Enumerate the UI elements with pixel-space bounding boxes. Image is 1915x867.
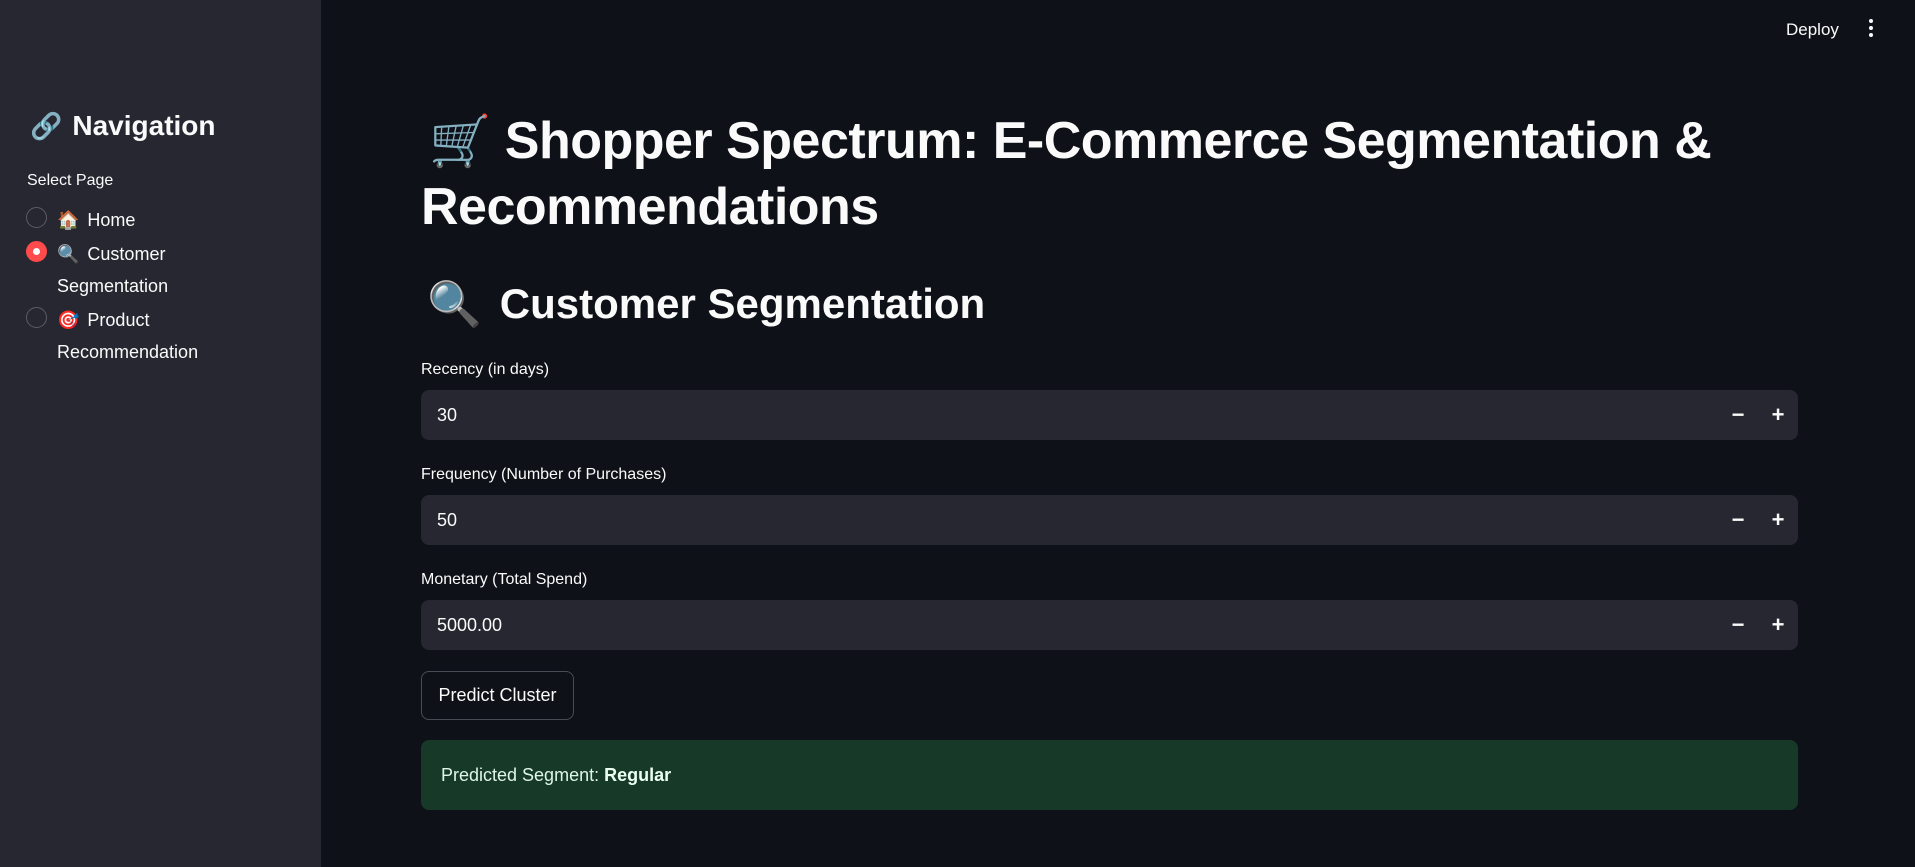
frequency-label: Frequency (Number of Purchases)	[421, 466, 667, 483]
frequency-input[interactable]: 50 − +	[421, 495, 1798, 545]
frequency-increment-button[interactable]: +	[1758, 495, 1798, 545]
select-page-label: Select Page	[27, 172, 114, 189]
page-radio-group: 🏠 Home 🔍 Customer Segmentation 🎯 Product Re…	[26, 204, 296, 370]
radio-label-home: Home	[87, 210, 136, 230]
sidebar-title-text: Navigation	[72, 110, 216, 141]
magnifier-icon: 🔍	[427, 280, 482, 329]
section-title: 🔍 Customer Segmentation	[427, 278, 985, 330]
page-title: 🛒 Shopper Spectrum: E-Commerce Segmentati…	[421, 108, 1798, 240]
radio-product-recommendation[interactable]: 🎯 Product Recommendation	[26, 304, 296, 368]
sidebar-title: 🔗 Navigation	[30, 110, 216, 142]
radio-button-selected[interactable]	[26, 241, 47, 262]
recency-value[interactable]: 30	[421, 405, 1718, 426]
radio-button[interactable]	[26, 307, 47, 328]
monetary-increment-button[interactable]: +	[1758, 600, 1798, 650]
house-icon: 🏠	[57, 210, 80, 230]
target-icon: 🎯	[57, 310, 80, 330]
frequency-decrement-button[interactable]: −	[1718, 495, 1758, 545]
recency-input[interactable]: 30 − +	[421, 390, 1798, 440]
more-vertical-icon[interactable]	[1864, 14, 1878, 42]
radio-customer-segmentation[interactable]: 🔍 Customer Segmentation	[26, 238, 296, 302]
sidebar: 🔗 Navigation Select Page 🏠 Home 🔍 Customer…	[0, 0, 321, 867]
monetary-value[interactable]: 5000.00	[421, 615, 1718, 636]
shopping-cart-icon: 🛒	[429, 113, 491, 169]
recency-decrement-button[interactable]: −	[1718, 390, 1758, 440]
deploy-button[interactable]: Deploy	[1786, 16, 1839, 44]
radio-button[interactable]	[26, 207, 47, 228]
monetary-input[interactable]: 5000.00 − +	[421, 600, 1798, 650]
result-prefix: Predicted Segment:	[441, 764, 600, 785]
magnifier-icon: 🔍	[57, 244, 80, 264]
link-icon: 🔗	[30, 110, 63, 141]
frequency-value[interactable]: 50	[421, 510, 1718, 531]
section-title-text: Customer Segmentation	[499, 280, 986, 327]
recency-increment-button[interactable]: +	[1758, 390, 1798, 440]
predict-cluster-button[interactable]: Predict Cluster	[421, 671, 574, 720]
result-value: Regular	[604, 764, 672, 785]
prediction-result-alert: Predicted Segment: Regular	[421, 740, 1798, 810]
monetary-decrement-button[interactable]: −	[1718, 600, 1758, 650]
radio-home[interactable]: 🏠 Home	[26, 204, 296, 236]
recency-label: Recency (in days)	[421, 361, 550, 378]
page-title-text: Shopper Spectrum: E-Commerce Segmentatio…	[421, 112, 1712, 236]
monetary-label: Monetary (Total Spend)	[421, 571, 588, 588]
